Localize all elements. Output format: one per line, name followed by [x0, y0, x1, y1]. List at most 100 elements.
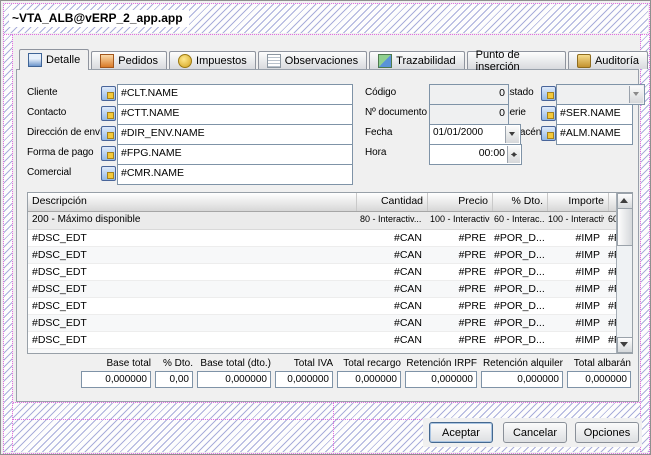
tab-impuestos[interactable]: Impuestos — [169, 51, 256, 69]
total-field[interactable]: 0,000000 — [197, 371, 271, 388]
total-field[interactable]: 0,000000 — [481, 371, 563, 388]
grid-cell[interactable]: #PRE — [426, 230, 490, 246]
grid-cell[interactable]: #IMP — [544, 281, 604, 297]
column-header-descripcion[interactable]: Descripción — [28, 193, 357, 211]
grid-row[interactable]: #DSC_EDT#CAN#PRE#POR_D...#IMP#POR_IVA — [28, 247, 617, 264]
grid-config-cell: 60 - Interac... — [490, 212, 544, 229]
grid-cell[interactable]: #CAN — [356, 247, 426, 263]
grid-cell[interactable]: #CAN — [356, 349, 426, 354]
cliente-field[interactable]: #CLT.NAME — [117, 84, 353, 105]
grid-cell[interactable]: #POR_D... — [490, 264, 544, 280]
cancelar-button[interactable]: Cancelar — [503, 422, 567, 443]
grid-cell[interactable]: #DSC_EDT — [28, 247, 356, 263]
grid-cell[interactable]: #CAN — [356, 315, 426, 331]
total-label: Retención alquiler — [483, 358, 563, 369]
forma-pago-lookup-icon[interactable] — [101, 146, 116, 161]
fecha-field[interactable]: 01/01/2000 — [429, 124, 521, 145]
grid-cell[interactable]: #IMP — [544, 230, 604, 246]
grid-cell[interactable]: #PRE — [426, 247, 490, 263]
grid-cell[interactable]: #CAN — [356, 298, 426, 314]
grid-row[interactable]: #DSC_EDT#CAN#PRE#POR_D...#IMP#POR_IVA — [28, 298, 617, 315]
grid-cell[interactable]: #POR_D... — [490, 332, 544, 348]
tab-detalle[interactable]: Detalle — [19, 49, 89, 70]
grid-cell[interactable]: #DSC_EDT — [28, 349, 356, 354]
grid-cell[interactable]: #POR_D... — [490, 281, 544, 297]
tab-label: Punto de inserción — [476, 49, 557, 73]
hora-field[interactable]: 00:00 — [429, 144, 522, 165]
grid-cell[interactable]: #CAN — [356, 230, 426, 246]
tab-observaciones[interactable]: Observaciones — [258, 51, 367, 69]
comercial-lookup-icon[interactable] — [101, 166, 116, 181]
grid-cell[interactable]: #DSC_EDT — [28, 298, 356, 314]
grid-cell[interactable]: #DSC_EDT — [28, 332, 356, 348]
total-field[interactable]: 0,000000 — [81, 371, 151, 388]
total-field[interactable]: 0,000000 — [337, 371, 401, 388]
contacto-field[interactable]: #CTT.NAME — [117, 104, 353, 125]
column-header-precio[interactable]: Precio — [428, 193, 493, 211]
grid-cell[interactable]: #POR_D... — [490, 349, 544, 354]
grid-row[interactable]: #DSC_EDT#CAN#PRE#POR_D...#IMP#POR_IVA — [28, 349, 617, 354]
comercial-label: Comercial — [27, 167, 71, 178]
direccion-envio-field[interactable]: #DIR_ENV.NAME — [117, 124, 353, 145]
grid-cell[interactable]: #IMP — [544, 315, 604, 331]
grid-cell[interactable]: #IMP — [544, 298, 604, 314]
tab-trazabilidad[interactable]: Trazabilidad — [369, 51, 465, 69]
grid-cell[interactable]: #PRE — [426, 281, 490, 297]
grid-row[interactable]: #DSC_EDT#CAN#PRE#POR_D...#IMP#POR_IVA — [28, 332, 617, 349]
tab-punto-de-insercion[interactable]: Punto de inserción — [467, 51, 566, 69]
grid-row[interactable]: #DSC_EDT#CAN#PRE#POR_D...#IMP#POR_IVA — [28, 315, 617, 332]
grid-cell[interactable]: #POR_D... — [490, 247, 544, 263]
grid-cell[interactable]: #CAN — [356, 264, 426, 280]
column-header-dto[interactable]: % Dto. — [493, 193, 548, 211]
grid-cell[interactable]: #POR_D... — [490, 315, 544, 331]
grid-row[interactable]: #DSC_EDT#CAN#PRE#POR_D...#IMP#POR_IVA — [28, 281, 617, 298]
grid-cell[interactable]: #IMP — [544, 264, 604, 280]
total-field[interactable]: 0,000000 — [405, 371, 477, 388]
grid-cell[interactable]: #DSC_EDT — [28, 281, 356, 297]
scrollbar-thumb[interactable] — [617, 208, 633, 246]
grid-vertical-scrollbar[interactable] — [616, 193, 632, 353]
serie-lookup-icon[interactable] — [541, 106, 556, 121]
tab-auditoria[interactable]: Auditoría — [568, 51, 648, 69]
total-field[interactable]: 0,000000 — [567, 371, 631, 388]
forma-pago-field[interactable]: #FPG.NAME — [117, 144, 353, 165]
column-header-importe[interactable]: Importe — [548, 193, 609, 211]
grid-cell[interactable]: #DSC_EDT — [28, 230, 356, 246]
grid-row[interactable]: #DSC_EDT#CAN#PRE#POR_D...#IMP#POR_IVA — [28, 264, 617, 281]
grid-cell[interactable]: #DSC_EDT — [28, 264, 356, 280]
grid-cell[interactable]: #POR_D... — [490, 230, 544, 246]
total-field[interactable]: 0,000000 — [275, 371, 333, 388]
total-field[interactable]: 0,00 — [155, 371, 193, 388]
hora-spinner[interactable] — [507, 146, 520, 163]
grid-cell[interactable]: #PRE — [426, 315, 490, 331]
tab-pedidos[interactable]: Pedidos — [91, 51, 167, 69]
cliente-lookup-icon[interactable] — [101, 86, 116, 101]
aceptar-button[interactable]: Aceptar — [429, 422, 493, 443]
grid-cell[interactable]: #IMP — [544, 247, 604, 263]
direccion-envio-lookup-icon[interactable] — [101, 126, 116, 141]
grid-row[interactable]: #DSC_EDT#CAN#PRE#POR_D...#IMP#POR_IVA — [28, 230, 617, 247]
grid-cell[interactable]: #IMP — [544, 332, 604, 348]
scroll-down-icon[interactable] — [617, 337, 633, 353]
total-total-recargo: Total recargo0,000000 — [337, 358, 401, 388]
grid-cell[interactable]: #IMP — [544, 349, 604, 354]
grid-cell[interactable]: #POR_D... — [490, 298, 544, 314]
comercial-field[interactable]: #CMR.NAME — [117, 164, 353, 185]
column-header-cantidad[interactable]: Cantidad — [357, 193, 428, 211]
scroll-up-icon[interactable] — [617, 193, 633, 209]
grid-cell[interactable]: #DSC_EDT — [28, 315, 356, 331]
grid-cell[interactable]: #PRE — [426, 298, 490, 314]
grid-cell[interactable]: #CAN — [356, 332, 426, 348]
almacen-field[interactable]: #ALM.NAME — [556, 124, 633, 145]
total-dto: % Dto.0,00 — [155, 358, 193, 388]
serie-field[interactable]: #SER.NAME — [556, 104, 633, 125]
grid-cell[interactable]: #PRE — [426, 349, 490, 354]
contacto-lookup-icon[interactable] — [101, 106, 116, 121]
fecha-dropdown-icon[interactable] — [505, 126, 519, 143]
almacen-lookup-icon[interactable] — [541, 126, 556, 141]
grid-cell[interactable]: #PRE — [426, 332, 490, 348]
grid-cell[interactable]: #CAN — [356, 281, 426, 297]
opciones-button[interactable]: Opciones — [575, 422, 639, 443]
grid-cell[interactable]: #PRE — [426, 264, 490, 280]
total-label: Total IVA — [294, 358, 333, 369]
